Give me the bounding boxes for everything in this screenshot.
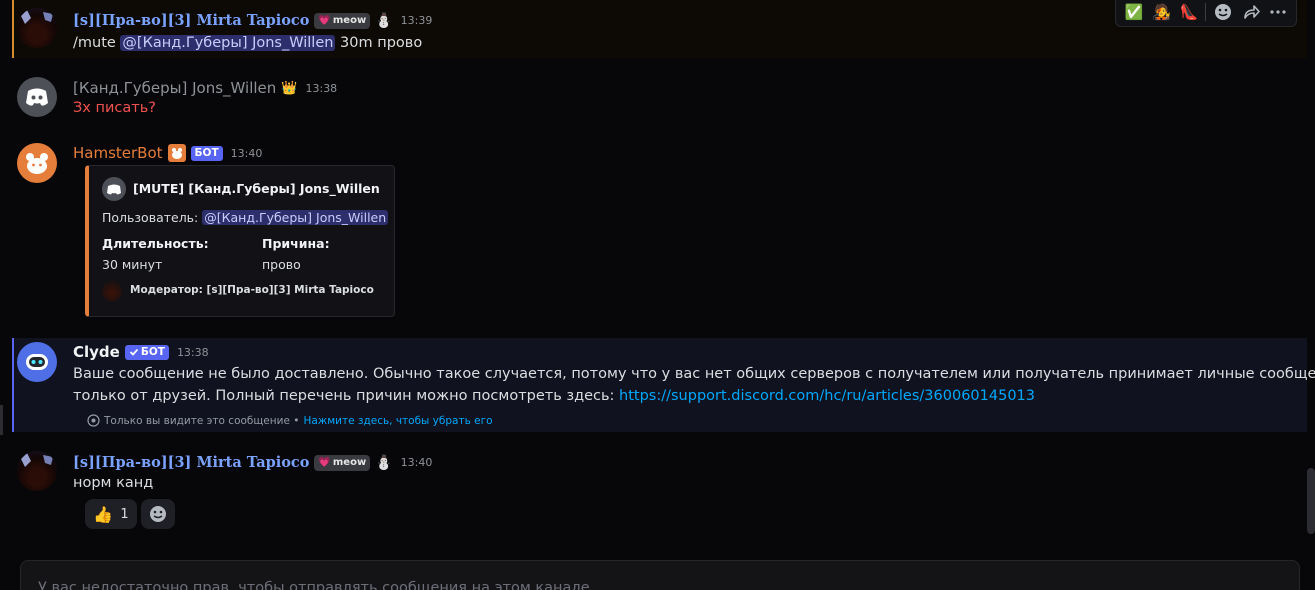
embed-duration-label: Длительность: <box>102 236 209 251</box>
discord-logo-icon <box>26 88 48 106</box>
add-reaction-icon[interactable] <box>1212 1 1234 23</box>
message-text: только от друзей. Полный перечень причин… <box>73 388 615 404</box>
embed-reason-value: прово <box>262 257 301 272</box>
message-content: Зх писать? <box>73 100 156 116</box>
embed-duration-value: 30 минут <box>102 257 163 272</box>
username[interactable]: [Канд.Губеры] Jons_Willen <box>73 79 276 97</box>
avatar[interactable] <box>17 143 57 183</box>
avatar[interactable] <box>17 451 57 491</box>
thumbs-up-icon: 👍 <box>93 504 114 524</box>
message-line: Ваше сообщение не было доставлено. Обычн… <box>73 366 1315 382</box>
user-mention[interactable]: @[Канд.Губеры] Jons_Willen <box>120 35 336 51</box>
composer-placeholder: У вас недостаточно прав, чтобы отправлят… <box>38 580 595 590</box>
toolbar-divider <box>1205 2 1207 21</box>
dismiss-message-link[interactable]: Нажмите здесь, чтобы убрать его <box>303 415 492 427</box>
reaction-count: 1 <box>120 506 129 522</box>
forward-icon[interactable] <box>1240 1 1262 23</box>
add-reaction-icon <box>150 506 166 522</box>
scroll-edge-divider <box>0 405 3 435</box>
embed-reason-label: Причина: <box>262 236 330 251</box>
scrollbar-thumb[interactable] <box>1307 468 1315 534</box>
heart-icon: 💗 <box>318 457 331 468</box>
message-header: [s][Пра-во][3] Mirta Tapioco 💗 meow ⛄ 13… <box>73 454 432 471</box>
embed-author-icon <box>102 177 126 201</box>
bot-tag: БОТ <box>190 145 223 161</box>
message-header: HamsterBot БОТ 13:40 <box>73 144 262 162</box>
heart-icon: 💗 <box>318 15 331 26</box>
message-composer: У вас недостаточно прав, чтобы отправлят… <box>20 560 1300 590</box>
crown-icon: 👑 <box>281 80 298 96</box>
ephemeral-note: Только вы видите это сообщение • <box>104 414 300 427</box>
message-header: Clyde БОТ 13:38 <box>73 343 209 361</box>
command-text: /mute <box>73 35 116 51</box>
snowman-icon: ⛄ <box>375 454 393 471</box>
snowman-icon: ⛄ <box>375 12 393 29</box>
bot-tag-label: БОТ <box>140 346 165 358</box>
message-header: [Канд.Губеры] Jons_Willen 👑 13:38 <box>73 79 337 97</box>
role-badge[interactable]: 💗 meow <box>314 454 371 471</box>
avatar[interactable] <box>17 342 57 382</box>
message-line: только от друзей. Полный перечень причин… <box>73 385 1315 407</box>
message-content: /mute @[Канд.Губеры] Jons_Willen 30m про… <box>73 35 422 51</box>
support-link[interactable]: https://support.discord.com/hc/ru/articl… <box>619 388 1035 404</box>
embed-user-label: Пользователь: <box>102 210 199 225</box>
embed-footer: Модератор: [s][Пра-во][3] Mirta Tapioco <box>130 284 374 296</box>
timestamp[interactable]: 13:38 <box>305 82 337 95</box>
message-hover-toolbar: ✅ 🧑‍🎤 👠 <box>1115 0 1297 27</box>
user-mention[interactable]: @[Канд.Губеры] Jons_Willen <box>202 210 389 225</box>
badge-label: meow <box>332 457 367 468</box>
verified-bot-tag: БОТ <box>124 344 169 360</box>
message-header: [s][Пра-во][3] Mirta Tapioco 💗 meow ⛄ 13… <box>73 12 432 29</box>
message-content: Ваше сообщение не было доставлено. Обычн… <box>73 363 1315 407</box>
timestamp[interactable]: 13:40 <box>401 456 433 469</box>
username[interactable]: [s][Пра-во][3] Mirta Tapioco <box>73 12 309 29</box>
hamster-role-icon <box>167 144 186 162</box>
avatar[interactable] <box>17 8 57 48</box>
timestamp[interactable]: 13:39 <box>401 14 433 27</box>
eye-icon <box>87 414 100 427</box>
username[interactable]: HamsterBot <box>73 144 163 162</box>
mute-embed: [MUTE] [Канд.Губеры] Jons_Willen Пользов… <box>85 165 395 317</box>
reaction-thumbs-up[interactable]: 👍 1 <box>85 499 137 529</box>
avatar-art-icon <box>21 10 53 44</box>
username[interactable]: [s][Пра-во][3] Mirta Tapioco <box>73 454 309 471</box>
moderator-avatar <box>102 281 122 301</box>
more-icon[interactable] <box>1267 1 1289 23</box>
timestamp[interactable]: 13:40 <box>231 147 263 160</box>
username[interactable]: Clyde <box>73 343 120 361</box>
avatar[interactable] <box>17 77 57 117</box>
timestamp[interactable]: 13:38 <box>177 346 209 359</box>
clyde-robot-icon <box>26 354 48 370</box>
role-badge[interactable]: 💗 meow <box>314 12 371 29</box>
ephemeral-notice: Только вы видите это сообщение • Нажмите… <box>87 414 493 427</box>
embed-title: [MUTE] [Канд.Губеры] Jons_Willen <box>133 181 380 196</box>
command-args: 30m прово <box>340 35 423 51</box>
avatar-art-icon <box>21 453 53 487</box>
quick-reaction-check-icon[interactable]: ✅ <box>1123 1 1145 23</box>
add-reaction-button[interactable] <box>141 499 175 529</box>
hamster-logo-icon <box>26 153 48 174</box>
embed-user-field: Пользователь: @[Канд.Губеры] Jons_Willen <box>102 210 389 225</box>
message-content: норм канд <box>73 475 154 491</box>
badge-label: meow <box>332 15 367 26</box>
quick-reaction-person-icon[interactable]: 🧑‍🎤 <box>1150 1 1172 23</box>
checkmark-icon <box>129 348 139 356</box>
quick-reaction-heel-icon[interactable]: 👠 <box>1178 1 1200 23</box>
